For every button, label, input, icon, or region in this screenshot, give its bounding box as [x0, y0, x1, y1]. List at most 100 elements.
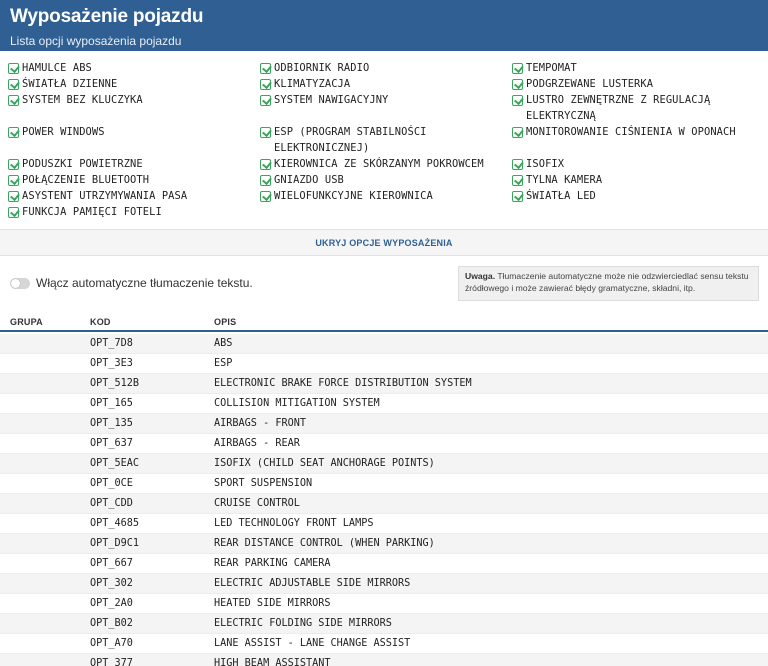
- column-header-description: OPIS: [214, 317, 237, 327]
- table-row: OPT_CDD CRUISE CONTROL: [0, 494, 768, 514]
- check-square-icon: [8, 175, 19, 186]
- check-square-icon: [260, 95, 271, 106]
- cell-code: OPT_302: [90, 578, 133, 589]
- table-row: OPT_0CE SPORT SUSPENSION: [0, 474, 768, 494]
- note-text: Tłumaczenie automatyczne może nie odzwie…: [465, 271, 749, 293]
- cell-code: OPT_0CE: [90, 478, 133, 489]
- table-row: OPT_637 AIRBAGS - REAR: [0, 434, 768, 454]
- cell-code: OPT_377: [90, 658, 133, 666]
- feature-item: SYSTEM NAWIGACYJNY: [260, 92, 388, 108]
- table-row: OPT_A70 LANE ASSIST - LANE CHANGE ASSIST: [0, 634, 768, 654]
- cell-description: ELECTRONIC BRAKE FORCE DISTRIBUTION SYST…: [214, 378, 472, 389]
- table-row: OPT_302 ELECTRIC ADJUSTABLE SIDE MIRRORS: [0, 574, 768, 594]
- feature-item: ASYSTENT UTRZYMYWANIA PASA: [8, 188, 187, 204]
- table-row: OPT_B02 ELECTRIC FOLDING SIDE MIRRORS: [0, 614, 768, 634]
- check-square-icon: [512, 63, 523, 74]
- feature-item: POŁĄCZENIE BLUETOOTH: [8, 172, 149, 188]
- auto-translate-label: Włącz automatyczne tłumaczenie tekstu.: [36, 276, 253, 290]
- feature-item: PODUSZKI POWIETRZNE: [8, 156, 143, 172]
- feature-item: POWER WINDOWS: [8, 124, 105, 140]
- table-row: OPT_7D8 ABS: [0, 334, 768, 354]
- check-square-icon: [512, 191, 523, 202]
- cell-description: ELECTRIC FOLDING SIDE MIRRORS: [214, 618, 392, 629]
- cell-code: OPT_D9C1: [90, 538, 140, 549]
- feature-item: ŚWIATŁA LED: [512, 188, 596, 204]
- cell-description: LED TECHNOLOGY FRONT LAMPS: [214, 518, 374, 529]
- feature-item: ODBIORNIK RADIO: [260, 60, 369, 76]
- check-square-icon: [260, 63, 271, 74]
- feature-item: GNIAZDO USB: [260, 172, 344, 188]
- cell-description: ELECTRIC ADJUSTABLE SIDE MIRRORS: [214, 578, 411, 589]
- check-square-icon: [260, 175, 271, 186]
- check-square-icon: [8, 63, 19, 74]
- check-square-icon: [8, 207, 19, 218]
- table-row: OPT_3E3 ESP: [0, 354, 768, 374]
- options-table-body: OPT_7D8 ABS OPT_3E3 ESP OPT_512B ELECTRONIC…: [0, 334, 768, 666]
- cell-code: OPT_3E3: [90, 358, 133, 369]
- check-square-icon: [512, 79, 523, 90]
- feature-item: KLIMATYZACJA: [260, 76, 350, 92]
- feature-item: HAMULCE ABS: [8, 60, 92, 76]
- check-square-icon: [8, 127, 19, 138]
- check-square-icon: [512, 127, 523, 138]
- check-square-icon: [512, 159, 523, 170]
- feature-item: MONITOROWANIE CIŚNIENIA W OPONACH: [512, 124, 736, 140]
- check-square-icon: [512, 95, 523, 106]
- note-bold: Uwaga.: [465, 271, 496, 281]
- table-row: OPT_5EAC ISOFIX (CHILD SEAT ANCHORAGE POI…: [0, 454, 768, 474]
- cell-description: ABS: [214, 338, 233, 349]
- cell-description: CRUISE CONTROL: [214, 498, 300, 509]
- table-row: OPT_4685 LED TECHNOLOGY FRONT LAMPS: [0, 514, 768, 534]
- cell-code: OPT_637: [90, 438, 133, 449]
- page-title: Wyposażenie pojazdu: [10, 6, 204, 27]
- check-square-icon: [8, 159, 19, 170]
- feature-item: PODGRZEWANE LUSTERKA: [512, 76, 653, 92]
- feature-item: TYLNA KAMERA: [512, 172, 602, 188]
- feature-item: ISOFIX: [512, 156, 564, 172]
- table-row: OPT_165 COLLISION MITIGATION SYSTEM: [0, 394, 768, 414]
- cell-code: OPT_667: [90, 558, 133, 569]
- cell-code: OPT_B02: [90, 618, 133, 629]
- cell-description: ESP: [214, 358, 233, 369]
- cell-description: LANE ASSIST - LANE CHANGE ASSIST: [214, 638, 411, 649]
- cell-code: OPT_7D8: [90, 338, 133, 349]
- check-square-icon: [260, 79, 271, 90]
- cell-code: OPT_5EAC: [90, 458, 140, 469]
- cell-code: OPT_512B: [90, 378, 140, 389]
- cell-description: AIRBAGS - FRONT: [214, 418, 307, 429]
- cell-code: OPT_A70: [90, 638, 133, 649]
- table-row: OPT_135 AIRBAGS - FRONT: [0, 414, 768, 434]
- check-square-icon: [260, 191, 271, 202]
- cell-code: OPT_165: [90, 398, 133, 409]
- cell-description: ISOFIX (CHILD SEAT ANCHORAGE POINTS): [214, 458, 435, 469]
- feature-item: SYSTEM BEZ KLUCZYKA: [8, 92, 143, 108]
- feature-item: ŚWIATŁA DZIENNE: [8, 76, 117, 92]
- translation-warning-note: Uwaga. Tłumaczenie automatyczne może nie…: [458, 266, 759, 301]
- feature-item: FUNKCJA PAMIĘCI FOTELI: [8, 204, 162, 220]
- cell-code: OPT_135: [90, 418, 133, 429]
- check-square-icon: [8, 191, 19, 202]
- check-square-icon: [512, 175, 523, 186]
- table-row: OPT_377 HIGH BEAM ASSISTANT: [0, 654, 768, 666]
- cell-description: REAR PARKING CAMERA: [214, 558, 331, 569]
- auto-translate-row: Włącz automatyczne tłumaczenie tekstu.: [10, 276, 253, 290]
- cell-code: OPT_CDD: [90, 498, 133, 509]
- table-row: OPT_512B ELECTRONIC BRAKE FORCE DISTRIBUT…: [0, 374, 768, 394]
- check-square-icon: [8, 95, 19, 106]
- column-header-code: KOD: [90, 317, 111, 327]
- hide-options-link[interactable]: UKRYJ OPCJE WYPOSAŻENIA: [315, 230, 452, 256]
- cell-description: AIRBAGS - REAR: [214, 438, 300, 449]
- auto-translate-toggle[interactable]: [10, 277, 30, 289]
- table-row: OPT_2A0 HEATED SIDE MIRRORS: [0, 594, 768, 614]
- feature-item: TEMPOMAT: [512, 60, 577, 76]
- feature-item: KIEROWNICA ZE SKÓRZANYM POKROWCEM: [260, 156, 484, 172]
- cell-code: OPT_4685: [90, 518, 140, 529]
- table-header: GRUPA KOD OPIS: [0, 313, 768, 332]
- check-square-icon: [260, 127, 271, 138]
- cell-description: HEATED SIDE MIRRORS: [214, 598, 331, 609]
- feature-item: WIELOFUNKCYJNE KIEROWNICA: [260, 188, 433, 204]
- cell-description: COLLISION MITIGATION SYSTEM: [214, 398, 380, 409]
- feature-item: ESP (PROGRAM STABILNOŚCI ELEKTRONICZNEJ): [260, 124, 427, 156]
- cell-code: OPT_2A0: [90, 598, 133, 609]
- check-square-icon: [8, 79, 19, 90]
